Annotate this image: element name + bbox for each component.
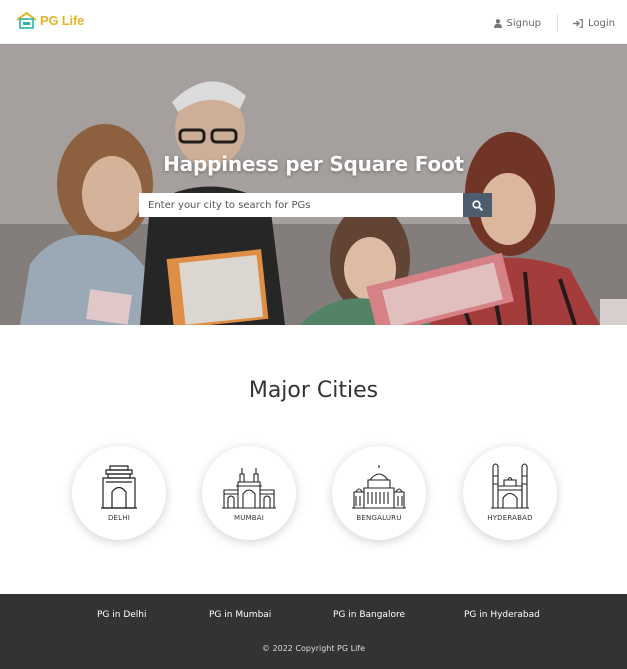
hero-overlay	[0, 44, 627, 325]
search-icon	[472, 199, 483, 211]
hero-title: Happiness per Square Foot	[163, 152, 464, 176]
city-label: MUMBAI	[233, 514, 265, 522]
city-card-mumbai[interactable]: MUMBAI	[202, 446, 296, 540]
city-card-delhi[interactable]: DELHI	[72, 446, 166, 540]
copyright: © 2022 Copyright PG Life	[261, 644, 366, 653]
header-nav: Signup Login	[493, 14, 615, 32]
gateway-of-india-icon	[222, 468, 276, 509]
logo[interactable]: PG Life	[16, 12, 84, 29]
charminar-icon	[491, 463, 529, 509]
footer-link-bangalore[interactable]: PG in Bangalore	[333, 610, 405, 620]
signup-link[interactable]: Signup	[493, 17, 542, 29]
sign-in-icon	[573, 18, 583, 28]
footer-link-mumbai[interactable]: PG in Mumbai	[209, 610, 271, 620]
nav-divider	[557, 14, 559, 32]
footer-link-hyderabad[interactable]: PG in Hyderabad	[464, 610, 540, 620]
login-link[interactable]: Login	[573, 18, 615, 29]
house-logo-icon	[16, 12, 37, 29]
city-card-hyderabad[interactable]: HYDERABAD	[463, 446, 557, 540]
search-button[interactable]	[463, 193, 492, 217]
footer-link-delhi[interactable]: PG in Delhi	[97, 610, 147, 620]
user-icon	[493, 18, 502, 28]
city-label: BENGALURU	[356, 514, 402, 522]
vidhana-soudha-icon	[352, 465, 406, 509]
city-label: HYDERABAD	[487, 514, 533, 522]
india-gate-icon	[101, 465, 137, 509]
signup-label: Signup	[506, 17, 542, 29]
major-cities-title: Major Cities	[248, 378, 379, 403]
footer: PG in Delhi PG in Mumbai PG in Bangalore…	[0, 594, 627, 669]
header: PG Life Signup Login	[0, 0, 627, 44]
login-label: Login	[588, 17, 615, 29]
city-label: DELHI	[107, 514, 131, 522]
city-search-input[interactable]	[139, 193, 463, 217]
logo-text: PG Life	[40, 13, 85, 28]
city-card-bengaluru[interactable]: BENGALURU	[332, 446, 426, 540]
hero-banner: Happiness per Square Foot	[0, 44, 627, 325]
